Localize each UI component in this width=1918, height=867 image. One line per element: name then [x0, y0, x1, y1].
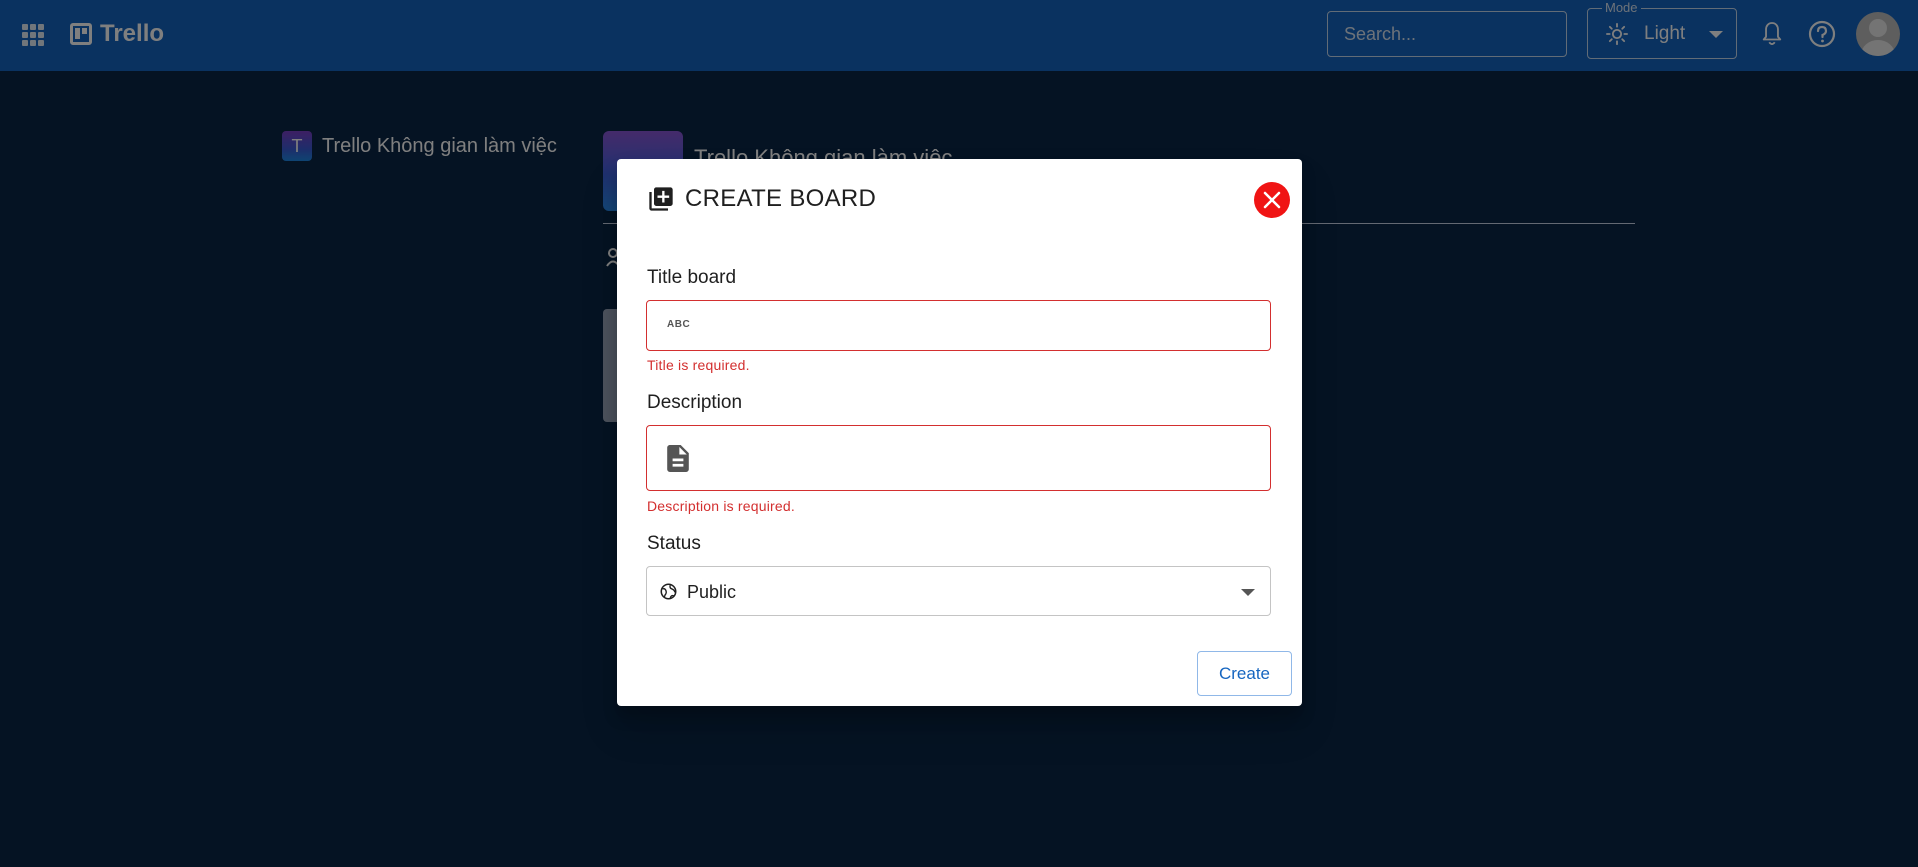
description-field[interactable] [646, 425, 1271, 491]
description-label: Description [647, 392, 743, 413]
close-icon [1263, 191, 1281, 209]
title-board-field[interactable]: ABC [646, 300, 1271, 351]
description-input[interactable] [701, 426, 1261, 490]
abc-icon: ABC [667, 319, 691, 330]
close-button[interactable] [1254, 182, 1290, 218]
chevron-down-icon [1241, 589, 1255, 596]
status-label: Status [647, 533, 701, 554]
description-error: Description is required. [647, 498, 795, 514]
title-board-input[interactable] [701, 301, 1261, 350]
title-board-label: Title board [647, 267, 737, 288]
library-add-icon [649, 187, 673, 211]
document-icon [667, 445, 689, 472]
globe-icon [660, 583, 677, 600]
create-board-dialog: CREATE BOARD Title board ABC Title is re… [617, 159, 1302, 706]
dialog-title: CREATE BOARD [685, 185, 877, 212]
status-select[interactable]: Public [646, 566, 1271, 616]
create-button[interactable]: Create [1197, 651, 1292, 696]
title-error: Title is required. [647, 357, 750, 373]
dialog-header: CREATE BOARD [647, 185, 876, 213]
status-value: Public [687, 582, 737, 602]
